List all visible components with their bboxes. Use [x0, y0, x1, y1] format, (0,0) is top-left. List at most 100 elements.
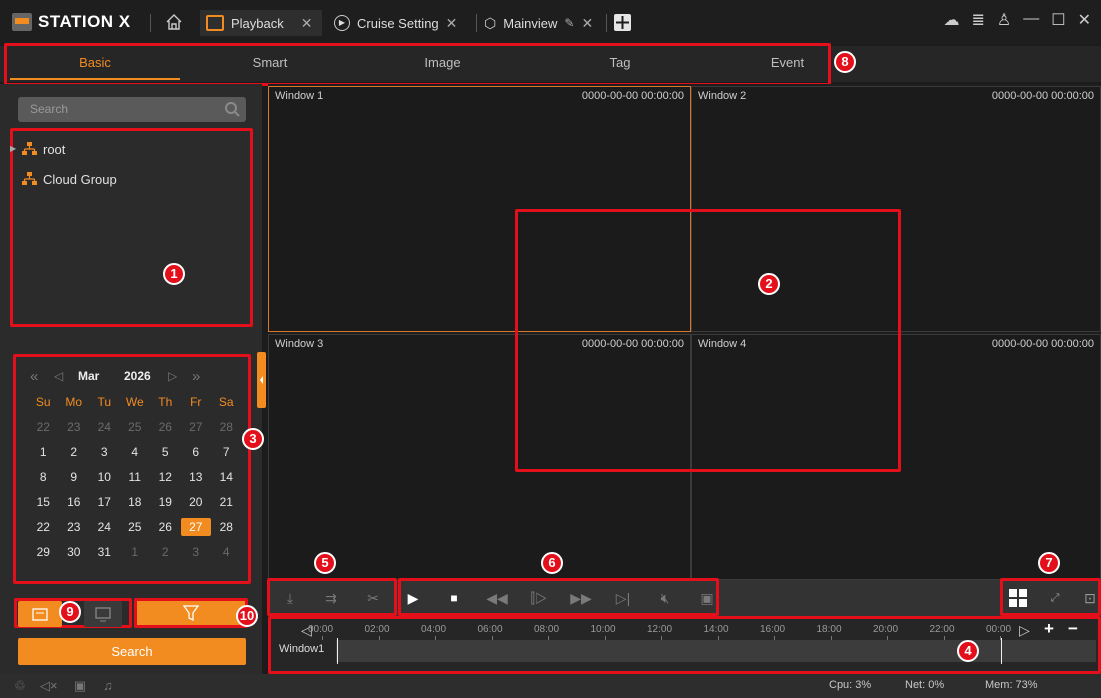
close-icon[interactable]: ✕ — [1078, 10, 1091, 30]
calendar-day[interactable]: 2 — [150, 543, 181, 561]
timeline-tick-mark — [322, 636, 323, 640]
calendar-day[interactable]: 3 — [181, 543, 212, 561]
calendar-day[interactable]: 25 — [120, 418, 151, 436]
maximize-icon[interactable]: ☐ — [1051, 10, 1065, 30]
user-icon[interactable]: ♙ — [997, 10, 1011, 30]
sound-off-icon[interactable]: ◁× — [40, 678, 58, 694]
slow-icon[interactable]: ⫿▷ — [528, 586, 550, 610]
next-month-icon[interactable]: ▷ — [168, 369, 192, 383]
window-mode-icon[interactable]: ⊡ — [1079, 586, 1101, 610]
fullscreen-icon[interactable]: ⤢ — [1044, 586, 1066, 610]
calendar-day[interactable]: 23 — [59, 418, 90, 436]
device-search-input[interactable]: Search — [18, 97, 246, 122]
play-icon[interactable]: ▶ — [402, 586, 424, 610]
expand-arrow-icon[interactable]: ▶ — [10, 144, 16, 153]
calendar-day[interactable]: 13 — [181, 468, 212, 486]
screen-icon[interactable]: ▣ — [72, 678, 88, 694]
weekday-label: Su — [35, 395, 51, 409]
close-tab-icon[interactable]: ✕ — [301, 15, 313, 32]
calendar-day[interactable]: 26 — [150, 518, 181, 536]
calendar-year[interactable]: 2026 — [124, 369, 168, 383]
calendar-day[interactable]: 24 — [89, 418, 120, 436]
calendar-day[interactable]: 5 — [150, 443, 181, 461]
calendar-day[interactable]: 6 — [181, 443, 212, 461]
close-tab-icon[interactable]: ✕ — [581, 15, 593, 32]
calendar-day[interactable]: 4 — [120, 443, 151, 461]
tree-item-cloud-group[interactable]: Cloud Group — [22, 168, 117, 190]
zoom-in-icon[interactable]: + — [1044, 619, 1054, 639]
stop-icon[interactable]: ■ — [443, 586, 465, 610]
edit-icon[interactable]: ✎ — [564, 16, 574, 30]
calendar-day[interactable]: 25 — [120, 518, 151, 536]
calendar-day[interactable]: 10 — [89, 468, 120, 486]
calendar-day[interactable]: 7 — [211, 443, 242, 461]
search-icon[interactable] — [224, 101, 240, 117]
calendar-day[interactable]: 28 — [211, 518, 242, 536]
clip-icon[interactable]: ✂ — [362, 586, 384, 610]
calendar-day[interactable]: 3 — [89, 443, 120, 461]
tree-item-root[interactable]: root — [22, 138, 65, 160]
timeline-cursor[interactable] — [1001, 638, 1002, 664]
calendar-day[interactable]: 19 — [150, 493, 181, 511]
next-frame-icon[interactable]: ▷| — [612, 586, 634, 610]
calendar-day[interactable]: 23 — [59, 518, 90, 536]
calendar-day[interactable]: 27 — [180, 518, 211, 536]
layout-grid-icon[interactable] — [1009, 589, 1027, 607]
fast-forward-icon[interactable]: ▶▶ — [570, 586, 592, 610]
record-mode-button[interactable] — [18, 601, 62, 627]
minimize-icon[interactable]: — — [1023, 10, 1039, 30]
calendar-day[interactable]: 20 — [181, 493, 212, 511]
next-year-icon[interactable]: » — [192, 368, 200, 385]
calendar-day[interactable]: 16 — [59, 493, 90, 511]
calendar-day[interactable]: 31 — [89, 543, 120, 561]
filter-button[interactable] — [134, 598, 248, 628]
calendar-day[interactable]: 15 — [28, 493, 59, 511]
calendar-day[interactable]: 17 — [89, 493, 120, 511]
calendar-day[interactable]: 2 — [59, 443, 90, 461]
calendar-day[interactable]: 14 — [211, 468, 242, 486]
download-icon[interactable]: ⤓ — [279, 586, 301, 610]
annotation-badge-1: 1 — [163, 263, 185, 285]
mute-icon[interactable]: 🔇︎ — [654, 586, 676, 610]
prev-year-icon[interactable]: « — [30, 368, 54, 385]
timeline-track[interactable] — [336, 640, 1096, 662]
calendar-day[interactable]: 18 — [120, 493, 151, 511]
calendar-day[interactable]: 27 — [181, 418, 212, 436]
collapse-panel-handle[interactable] — [257, 352, 266, 408]
calendar-day[interactable]: 30 — [59, 543, 90, 561]
snapshot-icon[interactable]: ▣ — [696, 586, 718, 610]
timeline-next-icon[interactable]: ▷ — [1019, 622, 1030, 639]
close-tab-icon[interactable]: ✕ — [446, 15, 458, 32]
org-group-icon — [22, 142, 37, 155]
calendar-day[interactable]: 4 — [211, 543, 242, 561]
calendar-day[interactable]: 29 — [28, 543, 59, 561]
calendar-day[interactable]: 1 — [28, 443, 59, 461]
zoom-out-icon[interactable]: − — [1068, 619, 1078, 639]
calendar-day[interactable]: 1 — [120, 543, 151, 561]
rewind-icon[interactable]: ◀◀ — [486, 586, 508, 610]
calendar-day[interactable]: 22 — [28, 418, 59, 436]
calendar-day[interactable]: 8 — [28, 468, 59, 486]
prev-month-icon[interactable]: ◁ — [54, 369, 78, 383]
calendar-day[interactable]: 9 — [59, 468, 90, 486]
calendar-day[interactable]: 28 — [211, 418, 242, 436]
add-tab-icon[interactable] — [614, 14, 631, 31]
calendar-day[interactable]: 26 — [150, 418, 181, 436]
bell-icon[interactable]: ♫ — [100, 678, 116, 694]
alarm-icon[interactable]: ♲ — [12, 678, 28, 694]
cloud-icon[interactable]: ☁ — [944, 10, 960, 30]
sync-icon[interactable]: ⇉ — [320, 586, 342, 610]
tab-mainview[interactable]: ⬡ Mainview ✎ ✕ — [484, 10, 593, 36]
device-mode-button[interactable] — [84, 601, 122, 627]
calendar-day[interactable]: 11 — [120, 468, 151, 486]
calendar-day[interactable]: 21 — [211, 493, 242, 511]
tab-cruise-setting[interactable]: ▶ Cruise Setting ✕ — [334, 10, 457, 36]
calendar-day[interactable]: 22 — [28, 518, 59, 536]
home-icon[interactable] — [164, 12, 184, 32]
calendar-month[interactable]: Mar — [78, 369, 124, 383]
tab-playback[interactable]: Playback ✕ — [200, 10, 322, 36]
search-button[interactable]: Search — [18, 638, 246, 665]
calendar-day[interactable]: 12 — [150, 468, 181, 486]
calendar-day[interactable]: 24 — [89, 518, 120, 536]
list-icon[interactable]: ≣ — [972, 10, 985, 30]
